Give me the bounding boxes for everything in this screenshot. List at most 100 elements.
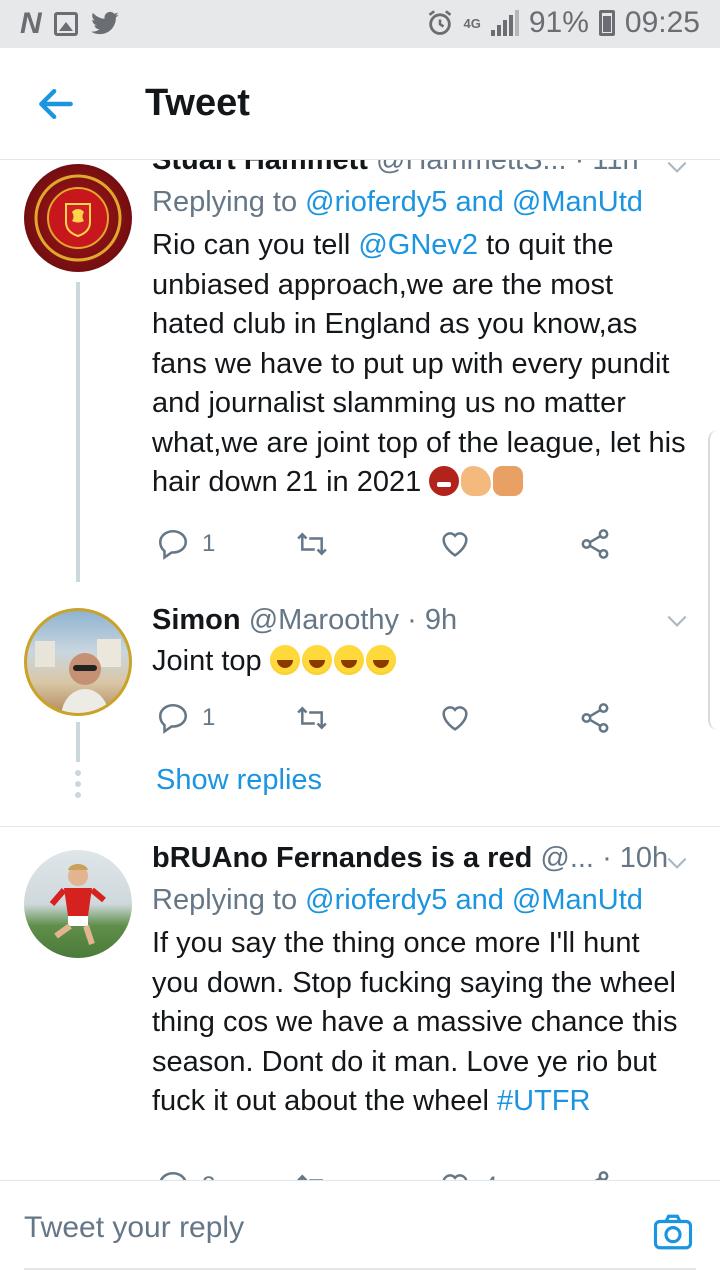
app-header: Tweet [0,48,720,160]
alarm-icon [428,10,451,35]
laughing-emoji-icon [333,645,364,675]
twitter-bird-icon [90,11,119,35]
chevron-down-icon[interactable] [664,160,690,180]
flexed-biceps-emoji-icon [461,466,492,496]
handle[interactable]: @... [540,842,594,874]
reply-count: 1 [202,530,216,557]
signal-icon [490,10,519,36]
battery-percent: 91% [528,6,589,39]
tweet-body: Joint top [152,642,692,682]
reply-action[interactable]: 2 [156,1164,215,1180]
reply-icon[interactable] [156,527,190,561]
page-title: Tweet [145,82,250,124]
retweet-icon[interactable] [294,1169,330,1180]
handle[interactable]: @HammettS... [376,160,567,176]
clock: 09:25 [624,6,700,39]
laughing-emoji-icon [301,645,332,675]
replying-to: Replying to @rioferdy5 and @ManUtd [152,880,692,920]
fist-emoji-icon [493,466,524,496]
timeline[interactable]: Stuart Hammett @HammettS... · 11h Replyi… [0,160,720,1180]
tweet-content: bRUAno Fernandes is a red @... · 10h Rep… [152,840,692,1122]
camera-icon[interactable] [652,1211,694,1253]
like-action[interactable]: 4 [438,1164,497,1180]
tweet-header: Simon @Maroothy · 9h [152,602,692,638]
tweet-text: to quit the unbiased approach,we are the… [152,229,686,498]
profile-photo [49,864,106,945]
avatar[interactable] [24,850,132,958]
separator: · [574,160,585,176]
tweet-text: If you say the thing once more I'll hunt… [152,927,678,1117]
replying-to-link[interactable]: @rioferdy5 and @ManUtd [305,186,643,218]
timestamp: 10h [619,842,669,874]
share-icon[interactable] [578,1169,612,1180]
reply-bar: Tweet your reply [0,1180,720,1280]
reply-action[interactable]: 1 [156,522,215,566]
replying-to-link[interactable]: @rioferdy5 and @ManUtd [305,884,643,916]
retweet-icon[interactable] [294,701,330,735]
tweet-stuart-hammett[interactable]: Stuart Hammett @HammettS... · 11h Replyi… [0,160,720,582]
handle[interactable]: @Maroothy [249,604,399,636]
reply-count: 2 [202,1172,215,1180]
tweet-text: Joint top [152,645,270,677]
more-replies-dots [74,770,82,803]
show-replies-link[interactable]: Show replies [156,764,322,797]
heart-icon[interactable] [438,1169,472,1180]
n-icon: N [20,7,42,40]
manchester-united-crest-icon [34,174,122,262]
display-name[interactable]: Stuart Hammett [152,160,368,176]
share-icon[interactable] [578,527,612,561]
gallery-icon [53,12,78,36]
scrollbar[interactable] [708,430,720,730]
battery-icon [598,10,615,36]
tweet-bruano[interactable]: bRUAno Fernandes is a red @... · 10h Rep… [0,840,720,1180]
avatar[interactable] [24,608,132,716]
share-icon[interactable] [578,701,612,735]
replying-to-prefix: Replying to [152,884,306,916]
timestamp: 11h [592,160,639,176]
tweet-simon[interactable]: Simon @Maroothy · 9h Joint top 1 Show re… [0,598,720,828]
network-type: 4G [463,15,481,31]
system-icons: 4G 91% 09:25 [426,6,700,40]
separator: · [407,604,417,636]
reply-action[interactable]: 1 [156,696,215,740]
retweet-icon[interactable] [294,527,330,561]
laughing-emoji-icon [365,645,396,675]
like-action[interactable] [438,696,472,740]
back-arrow-icon[interactable] [34,82,78,126]
tweet-text: Rio can you tell [152,229,359,261]
like-count: 4 [484,1172,497,1180]
display-name[interactable]: bRUAno Fernandes is a red [152,842,532,874]
mention-link[interactable]: @GNev2 [358,229,478,261]
laughing-emoji-icon [269,645,300,675]
retweet-action[interactable] [294,696,330,740]
hashtag-link[interactable]: #UTFR [497,1085,590,1117]
tweet-header: bRUAno Fernandes is a red @... · 10h [152,840,692,876]
tweet-body: Rio can you tell @GNev2 to quit the unbi… [152,226,692,503]
like-action[interactable] [438,522,472,566]
timestamp: 9h [424,604,458,636]
divider [0,826,720,827]
share-action[interactable] [578,1164,612,1180]
reply-icon[interactable] [156,1169,190,1180]
tweet-body: If you say the thing once more I'll hunt… [152,924,692,1122]
heart-icon[interactable] [438,701,472,735]
retweet-action[interactable] [294,522,330,566]
profile-photo [35,639,121,713]
avatar[interactable] [24,164,132,272]
heart-icon[interactable] [438,527,472,561]
reply-input[interactable]: Tweet your reply [24,1211,244,1245]
thread-line [76,282,80,582]
chevron-down-icon[interactable] [664,608,690,634]
chevron-down-icon[interactable] [664,850,690,876]
reply-count: 1 [202,704,216,731]
share-action[interactable] [578,522,612,566]
reply-icon[interactable] [156,701,190,735]
retweet-action[interactable] [294,1164,330,1180]
tweet-actions: 1 [152,522,622,566]
status-bar: N 4G 91% 09:25 [0,0,720,48]
share-action[interactable] [578,696,612,740]
display-name[interactable]: Simon [152,604,241,636]
notification-icons: N [20,8,120,40]
devil-emoji-icon [429,466,460,496]
thread-line [76,722,80,762]
